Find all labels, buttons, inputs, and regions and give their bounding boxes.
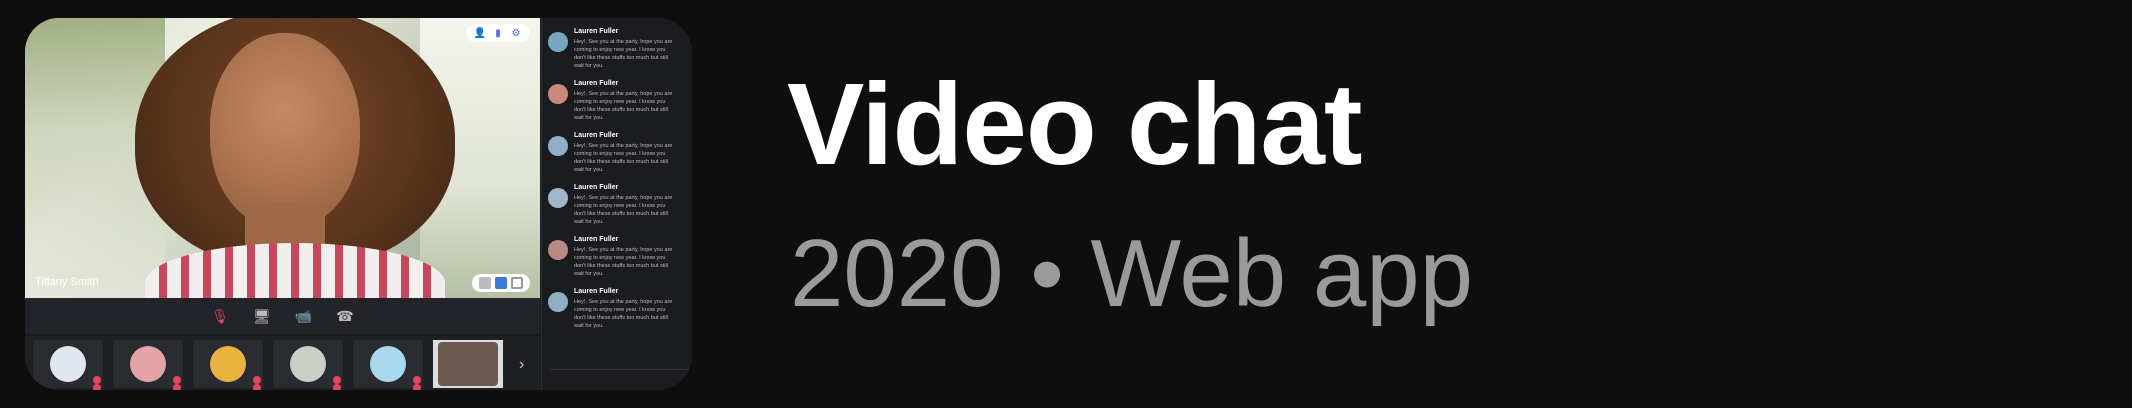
add-person-icon[interactable]: 👤 (474, 27, 486, 39)
avatar (210, 346, 246, 382)
mic-muted-icon (333, 376, 341, 384)
participant-thumb[interactable] (33, 340, 103, 390)
mic-muted-icon[interactable]: 🎙 (211, 308, 229, 325)
chat-message-text: Hey!, See you at the party, hope you are… (574, 143, 673, 173)
screen-share-icon[interactable]: 🖥 (253, 308, 271, 325)
chat-sender-name: Lauren Fuller (574, 132, 619, 139)
chat-message-text: Hey!, See you at the party, hope you are… (574, 299, 673, 329)
main-video: 👤 ▮ ⚙ Tiffany Smith (25, 18, 540, 298)
avatar (370, 346, 406, 382)
participant-thumb[interactable] (113, 340, 183, 390)
avatar (548, 292, 568, 312)
chat-sender-name: Lauren Fuller (574, 80, 619, 87)
video-top-toolbar: 👤 ▮ ⚙ (466, 24, 530, 42)
avatar (548, 84, 568, 104)
chat-panel: Lauren Fuller Hey!, See you at the party,… (541, 18, 692, 390)
chat-message-text: Hey!, See you at the party, hope you are… (574, 247, 673, 277)
chat-sender-name: Lauren Fuller (574, 288, 619, 295)
chat-message: Lauren Fuller Hey!, See you at the party,… (542, 236, 692, 288)
chat-badge-icon[interactable]: ▮ (492, 27, 504, 39)
participant-name: Tiffany Smith (35, 276, 99, 288)
chat-sender-name: Lauren Fuller (574, 184, 619, 191)
split-layout-icon[interactable] (495, 277, 507, 289)
mic-muted-icon (253, 376, 261, 384)
chat-message-text: Hey!, See you at the party, hope you are… (574, 195, 673, 225)
chat-message: Lauren Fuller Hey!, See you at the party,… (542, 184, 692, 236)
avatar (50, 346, 86, 382)
page-title: Video chat (787, 59, 1362, 189)
avatar (438, 342, 498, 386)
chat-sender-name: Lauren Fuller (574, 236, 619, 243)
avatar (548, 188, 568, 208)
participant-strip: › (25, 336, 540, 390)
mic-muted-icon (93, 376, 101, 384)
grid-layout-icon[interactable] (479, 277, 491, 289)
page-subtitle: 2020 • Web app (790, 220, 1474, 327)
participant-thumb[interactable] (193, 340, 263, 390)
participant-thumb-active[interactable] (433, 340, 503, 388)
layout-switcher[interactable] (472, 274, 530, 292)
avatar (548, 136, 568, 156)
call-controls: 🎙 🖥 📹 ☎ (25, 298, 540, 334)
chat-message-text: Hey!, See you at the party, hope you are… (574, 91, 673, 121)
chat-message: Lauren Fuller Hey!, See you at the party,… (542, 80, 692, 132)
chat-input[interactable] (550, 369, 690, 390)
avatar (290, 346, 326, 382)
camera-off-icon[interactable]: 📹 (295, 308, 312, 325)
chevron-right-icon[interactable]: › (513, 340, 524, 390)
chat-message-list: Lauren Fuller Hey!, See you at the party,… (542, 28, 692, 340)
avatar (548, 32, 568, 52)
mic-muted-icon (173, 376, 181, 384)
chat-message: Lauren Fuller Hey!, See you at the party,… (542, 132, 692, 184)
chat-message-text: Hey!, See you at the party, hope you are… (574, 39, 673, 69)
avatar (130, 346, 166, 382)
mic-muted-icon (413, 376, 421, 384)
phone-icon[interactable]: ☎ (336, 308, 353, 325)
settings-icon[interactable]: ⚙ (510, 27, 522, 39)
participant-thumb[interactable] (273, 340, 343, 390)
participant-thumb[interactable] (353, 340, 423, 390)
single-layout-icon[interactable] (511, 277, 523, 289)
avatar (548, 240, 568, 260)
video-chat-app-preview: 👤 ▮ ⚙ Tiffany Smith 🎙 🖥 📹 ☎ › Lauren Ful… (25, 18, 692, 390)
chat-sender-name: Lauren Fuller (574, 28, 619, 35)
chat-message: Lauren Fuller Hey!, See you at the party,… (542, 28, 692, 80)
chat-message: Lauren Fuller Hey!, See you at the party,… (542, 288, 692, 340)
